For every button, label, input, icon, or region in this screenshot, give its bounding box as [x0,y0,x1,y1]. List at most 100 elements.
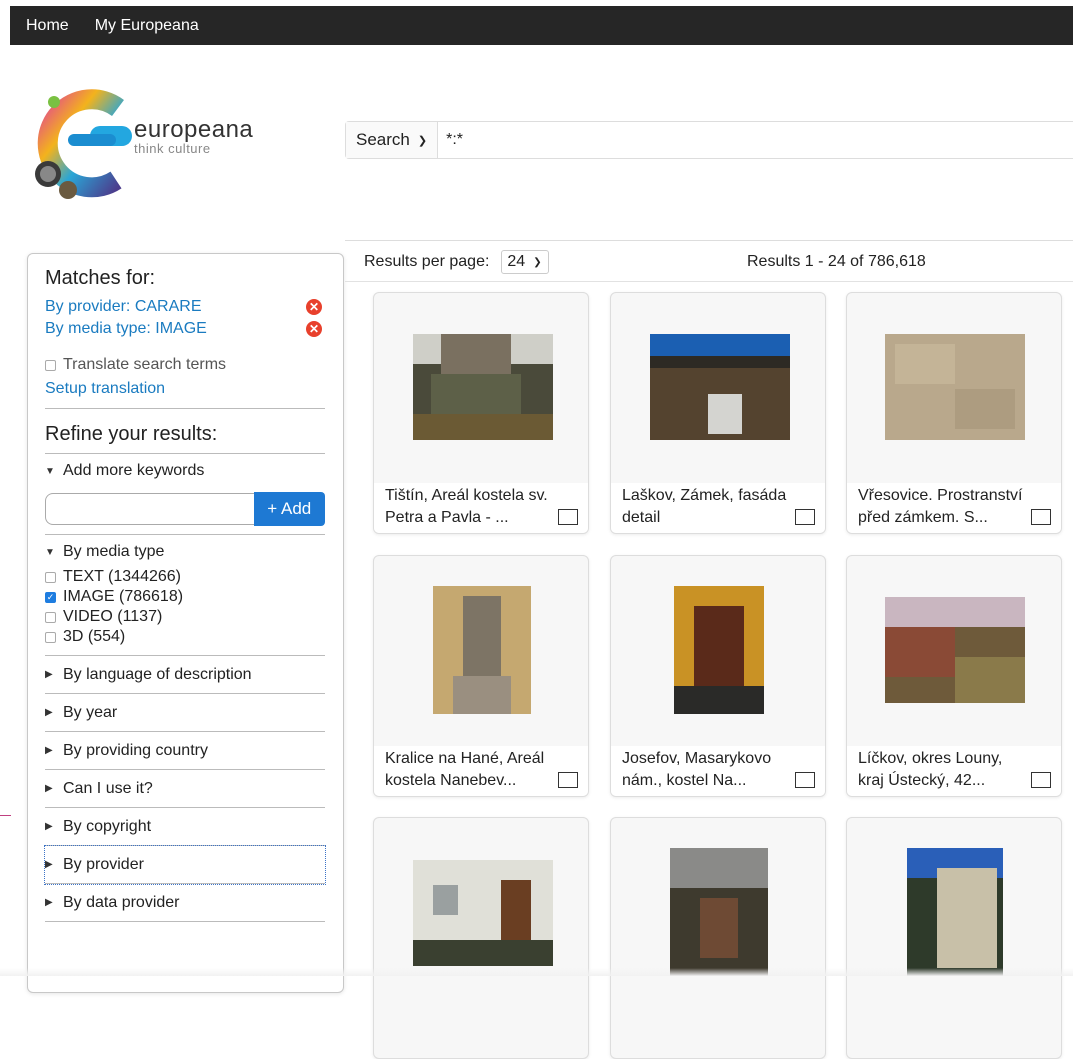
result-title-line: Vřesovice. Prostranství [858,487,1023,504]
facet-label: By copyright [63,817,152,835]
setup-translation-link[interactable]: Setup translation [45,378,325,400]
checkbox-checked[interactable]: ✓ [45,591,56,603]
result-title-line: detail [622,509,661,526]
media-type-option[interactable]: 3D (554) [45,627,325,647]
result-thumbnail[interactable] [433,586,531,714]
results-count: Results 1 - 24 of 786,618 [747,253,926,270]
result-card[interactable]: Tištín, Areál kostela sv. Petra a Pavla … [373,292,589,534]
search-input[interactable] [438,130,1073,150]
translate-label: Translate search terms [63,356,227,373]
result-caption[interactable]: Laškov, Zámek, fasáda detail [611,483,825,533]
remove-filter-icon[interactable]: ✕ [306,299,322,315]
facet-label: By providing country [63,741,208,759]
logo-brand: europeana [134,116,254,143]
triangle-right-icon: ▶ [45,745,53,756]
translate-checkbox[interactable]: Translate search terms [45,355,325,375]
result-thumbnail[interactable] [674,586,764,714]
results-per-page-label: Results per page: [364,253,490,270]
result-title-line: nám., kostel Na... [622,772,747,789]
media-type-option[interactable]: ✓ IMAGE (786618) [45,587,325,607]
triangle-right-icon: ▶ [45,897,53,908]
result-card[interactable]: Kralice na Hané, Areál kostela Nanebev..… [373,555,589,797]
active-filter-label[interactable]: By provider: CARARE [45,298,202,316]
facet-add-keywords[interactable]: ▼ Add more keywords [45,454,325,488]
result-caption[interactable]: Tištín, Areál kostela sv. Petra a Pavla … [374,483,588,533]
result-caption[interactable]: Líčkov, okres Louny, kraj Ústecký, 42... [847,746,1061,796]
active-filter-label[interactable]: By media type: IMAGE [45,320,207,338]
result-card[interactable]: Vřesovice. Prostranství před zámkem. S..… [846,292,1062,534]
result-thumbnail[interactable] [650,334,790,440]
media-type-option[interactable]: VIDEO (1137) [45,607,325,627]
result-thumbnail[interactable] [670,848,768,976]
result-card[interactable]: Líčkov, okres Louny, kraj Ústecký, 42... [846,555,1062,797]
facet-can-i-use-it[interactable]: ▶ Can I use it? [45,770,325,808]
facet-label: By provider [63,855,144,873]
triangle-right-icon: ▶ [45,669,53,680]
triangle-right-icon: ▶ [45,707,53,718]
facet-providing-country[interactable]: ▶ By providing country [45,732,325,770]
triangle-right-icon: ▶ [45,821,53,832]
checkbox[interactable] [45,631,56,643]
active-filter[interactable]: By provider: CARARE ✕ [45,296,325,318]
bottom-edge [0,968,1073,976]
result-thumbnail[interactable] [907,848,1003,976]
setup-translation-label[interactable]: Setup translation [45,380,165,398]
triangle-right-icon: ▶ [45,783,53,794]
checkbox[interactable] [45,359,56,371]
search-bar: Search ❯ [345,121,1073,159]
top-nav: Home My Europeana [10,6,1073,45]
facet-year[interactable]: ▶ By year [45,694,325,732]
result-caption[interactable]: Josefov, Masarykovo nám., kostel Na... [611,746,825,796]
keyword-input[interactable] [45,493,254,525]
result-title-line: Líčkov, okres Louny, [858,750,1003,767]
result-card[interactable]: Josefov, Masarykovo nám., kostel Na... [610,555,826,797]
facet-data-provider[interactable]: ▶ By data provider [45,884,325,922]
facet-label: Can I use it? [63,779,153,797]
media-type-label: IMAGE (786618) [63,588,184,605]
facet-label: By language of description [63,665,252,683]
results-per-page-dropdown[interactable]: 24 ❯ [501,250,549,274]
result-title-line: kraj Ústecký, 42... [858,772,986,789]
result-card[interactable] [610,817,826,1059]
decorative-line [0,815,11,816]
facet-language[interactable]: ▶ By language of description [45,656,325,694]
facet-sidebar: Matches for: By provider: CARARE ✕ By me… [27,253,344,993]
image-type-icon [795,772,815,788]
facet-label: By data provider [63,893,180,911]
result-thumbnail[interactable] [885,334,1025,440]
result-thumbnail[interactable] [885,597,1025,703]
facet-provider[interactable]: ▶ By provider [44,845,326,885]
triangle-down-icon: ▼ [45,465,55,477]
result-thumbnail[interactable] [413,334,553,440]
search-type-dropdown[interactable]: Search ❯ [346,122,439,158]
result-title-line: Josefov, Masarykovo [622,750,772,767]
nav-my-europeana[interactable]: My Europeana [95,17,199,35]
chevron-down-icon: ❯ [533,256,542,268]
result-title-line: Kralice na Hané, Areál [385,750,545,767]
result-card[interactable]: Laškov, Zámek, fasáda detail [610,292,826,534]
result-title-line: Tištín, Areál kostela sv. [385,487,548,504]
result-thumbnail[interactable] [413,860,553,966]
divider [45,408,325,409]
facet-copyright[interactable]: ▶ By copyright [45,808,325,846]
result-title-line: Laškov, Zámek, fasáda [622,487,787,504]
remove-filter-icon[interactable]: ✕ [306,321,322,337]
facet-label: By year [63,703,118,721]
nav-home[interactable]: Home [26,17,69,35]
result-card[interactable] [846,817,1062,1059]
image-type-icon [1031,509,1051,525]
media-type-option[interactable]: TEXT (1344266) [45,567,325,587]
facet-media-type[interactable]: ▼ By media type [45,535,325,569]
checkbox[interactable] [45,571,56,583]
image-type-icon [558,509,578,525]
active-filter[interactable]: By media type: IMAGE ✕ [45,318,325,340]
result-title-line: kostela Nanebev... [385,772,517,789]
matches-heading: Matches for: [45,267,156,289]
image-type-icon [795,509,815,525]
add-keyword-button[interactable]: + Add [253,492,325,526]
checkbox[interactable] [45,611,56,623]
result-caption[interactable]: Vřesovice. Prostranství před zámkem. S..… [847,483,1061,533]
result-card[interactable] [373,817,589,1059]
results-per-page-value: 24 [507,253,526,270]
result-caption[interactable]: Kralice na Hané, Areál kostela Nanebev..… [374,746,588,796]
